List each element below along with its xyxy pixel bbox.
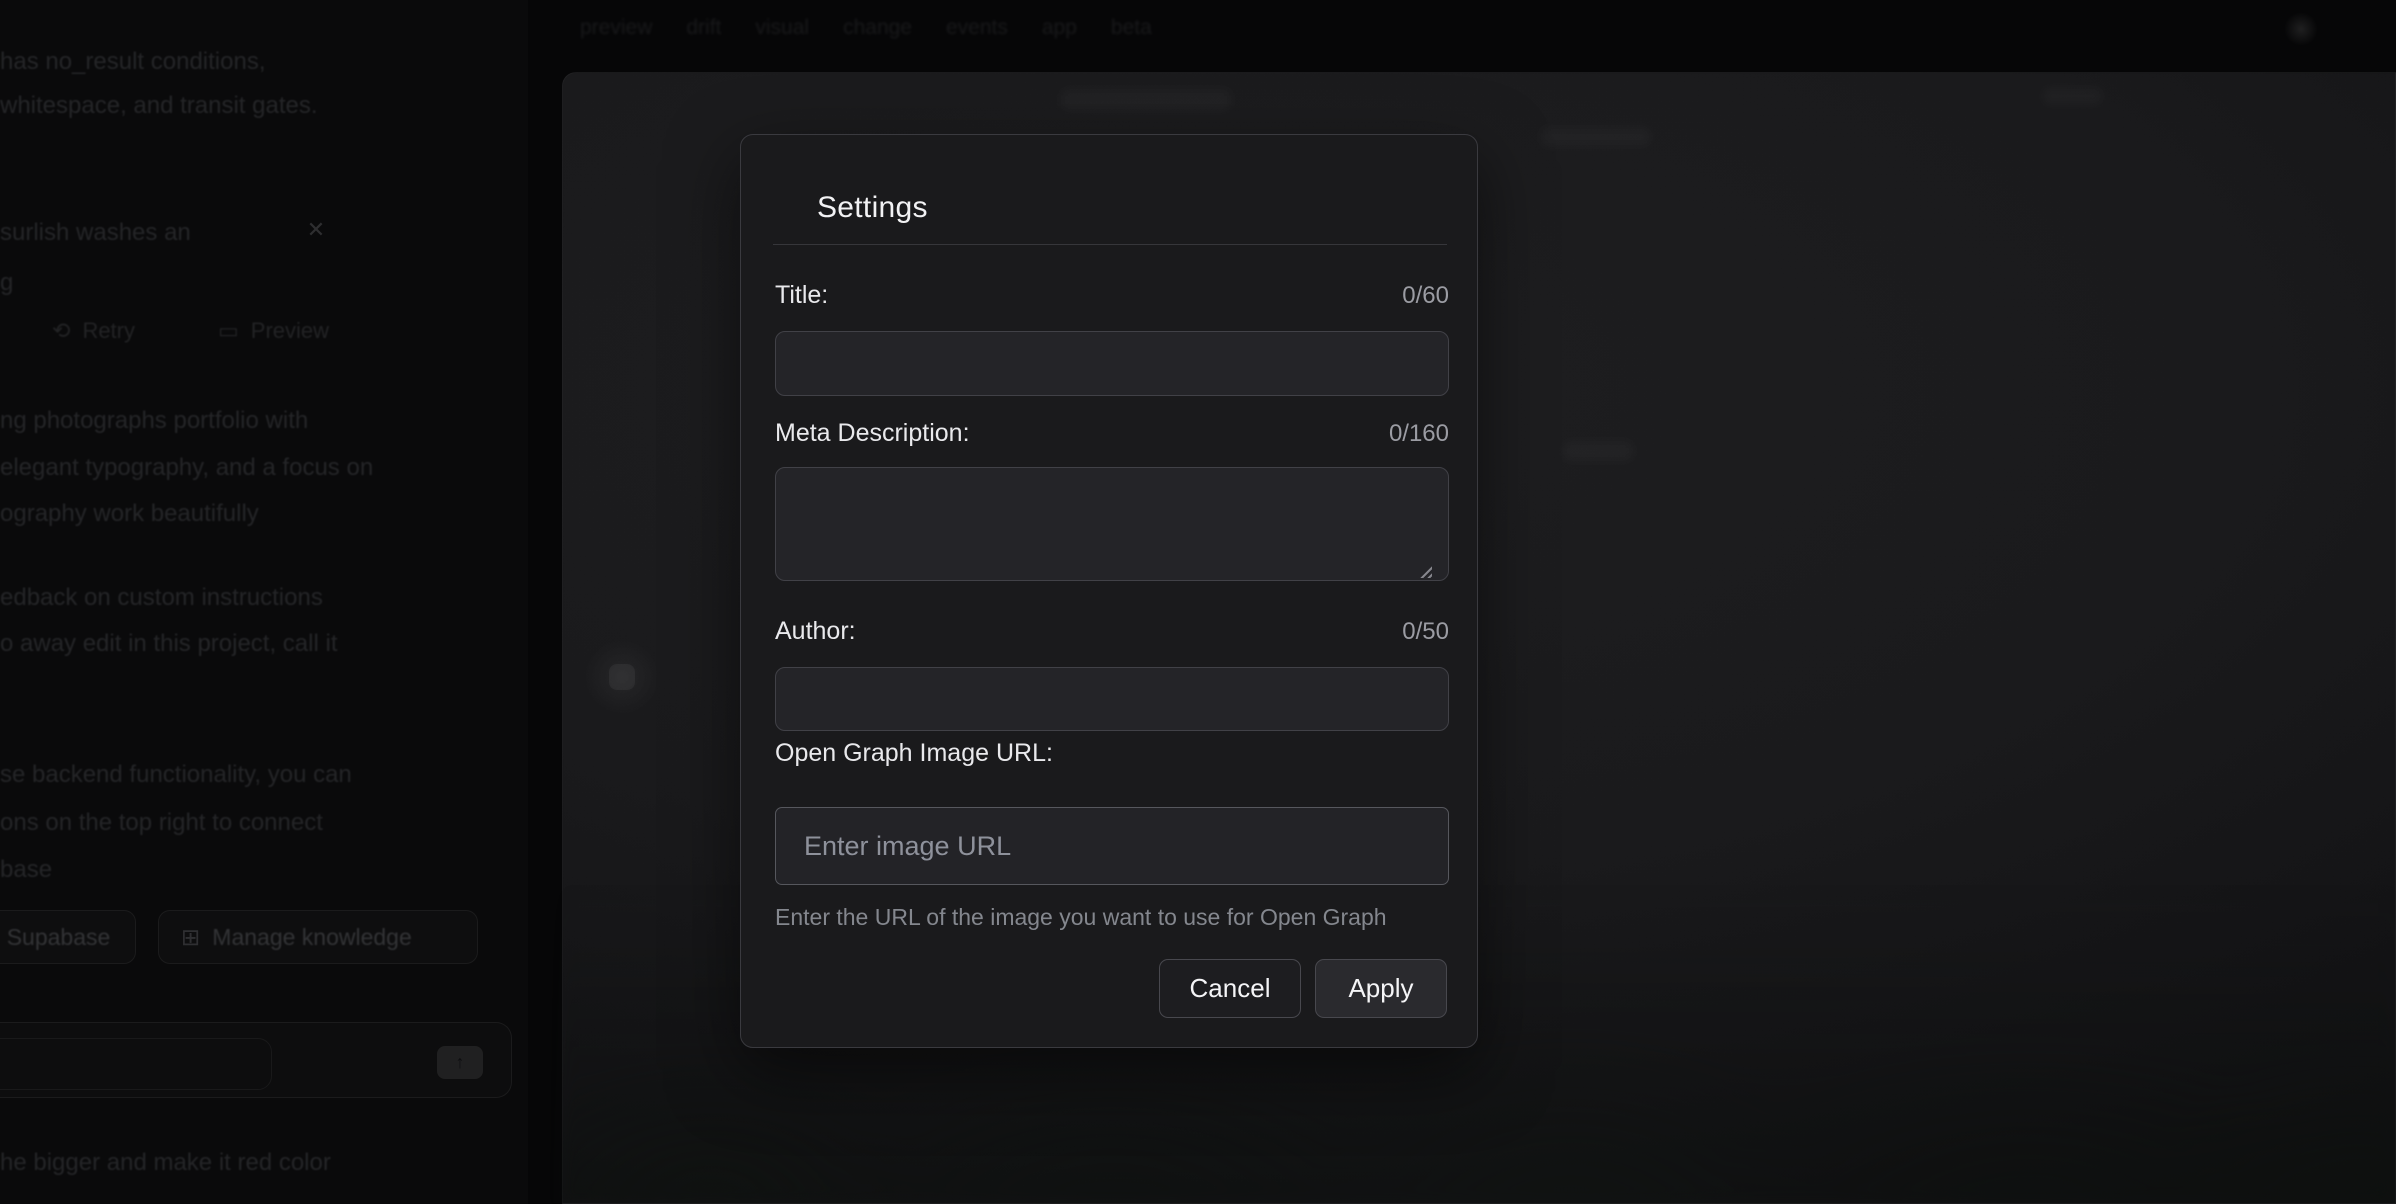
canvas-text-blob xyxy=(1061,89,1231,111)
topbar-item[interactable]: preview xyxy=(580,16,652,40)
chat-message-text: ng photographs portfolio with xyxy=(0,407,308,435)
preview-label: Preview xyxy=(251,318,329,344)
chat-message-text: he bigger and make it red color xyxy=(0,1149,331,1177)
topbar-item[interactable]: events xyxy=(946,16,1008,40)
retry-button[interactable]: ⟲ Retry xyxy=(52,318,135,344)
topbar-item[interactable]: change xyxy=(843,16,912,40)
manage-knowledge-chip[interactable]: ⊞ Manage knowledge xyxy=(158,910,478,964)
chat-message-text: ons on the top right to connect xyxy=(0,809,323,837)
chat-message-text: ography work beautifully xyxy=(0,500,259,528)
title-input[interactable] xyxy=(775,331,1449,396)
og-helper-text: Enter the URL of the image you want to u… xyxy=(775,903,1449,931)
chat-input[interactable] xyxy=(0,1038,272,1090)
author-label: Author: xyxy=(775,617,856,646)
canvas-text-blob xyxy=(1541,127,1651,147)
chat-message-text: g xyxy=(0,269,13,297)
author-counter: 0/50 xyxy=(1402,618,1449,646)
close-icon[interactable]: ✕ xyxy=(300,214,332,246)
topbar-item[interactable]: beta xyxy=(1111,16,1152,40)
chat-message-text: o away edit in this project, call it xyxy=(0,630,338,658)
settings-icon[interactable] xyxy=(2284,12,2318,46)
meta-description-textarea[interactable] xyxy=(775,467,1449,581)
top-bar-menu: preview drift visual change events app b… xyxy=(580,16,1152,40)
canvas-circle-button[interactable] xyxy=(584,639,660,715)
chat-message-text: has no_result conditions, xyxy=(0,48,266,76)
chat-message-text: whitespace, and transit gates. xyxy=(0,92,318,120)
modal-title: Settings xyxy=(817,191,928,225)
manage-knowledge-label: Manage knowledge xyxy=(212,924,411,951)
canvas-text-blob xyxy=(2043,87,2103,105)
author-input[interactable] xyxy=(775,667,1449,731)
grid-icon: ⊞ xyxy=(181,924,200,951)
cancel-button[interactable]: Cancel xyxy=(1159,959,1301,1018)
topbar-item[interactable]: drift xyxy=(686,16,721,40)
retry-label: Retry xyxy=(82,318,135,344)
apply-button[interactable]: Apply xyxy=(1315,959,1447,1018)
chat-message-text: base xyxy=(0,856,52,884)
chat-message-text: elegant typography, and a focus on xyxy=(0,454,373,482)
supabase-chip[interactable]: △ Supabase xyxy=(0,910,136,964)
send-button[interactable]: ↑ xyxy=(437,1046,483,1079)
meta-description-counter: 0/160 xyxy=(1389,420,1449,448)
send-icon: ↑ xyxy=(456,1052,465,1073)
chat-sidebar: has no_result conditions, whitespace, an… xyxy=(0,0,528,1204)
settings-modal: Settings Title: 0/60 Meta Description: 0… xyxy=(740,134,1478,1048)
chat-message-text: surlish washes an xyxy=(0,219,191,247)
supabase-chip-label: Supabase xyxy=(7,924,111,951)
og-image-url-label: Open Graph Image URL: xyxy=(775,739,1053,768)
title-label: Title: xyxy=(775,281,828,310)
divider xyxy=(773,244,1447,245)
topbar-item[interactable]: app xyxy=(1042,16,1077,40)
preview-icon: ▭ xyxy=(218,318,239,344)
chat-message-text: se backend functionality, you can xyxy=(0,761,352,789)
og-image-url-input[interactable] xyxy=(775,807,1449,885)
preview-button[interactable]: ▭ Preview xyxy=(218,318,329,344)
title-counter: 0/60 xyxy=(1402,282,1449,310)
chat-message-text: edback on custom instructions xyxy=(0,584,323,612)
retry-icon: ⟲ xyxy=(52,318,70,344)
modal-button-row: Cancel Apply xyxy=(1159,959,1447,1018)
topbar-item[interactable]: visual xyxy=(755,16,809,40)
meta-description-label: Meta Description: xyxy=(775,419,970,448)
canvas-text-blob xyxy=(1563,441,1633,461)
